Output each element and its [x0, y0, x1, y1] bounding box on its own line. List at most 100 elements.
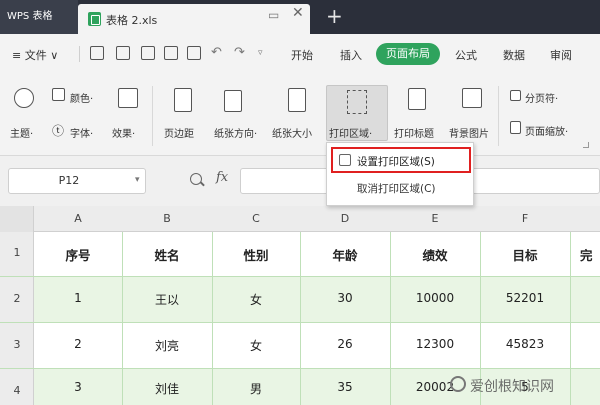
cell[interactable]: 刘亮: [122, 337, 212, 354]
cancel-print-area-item[interactable]: 取消打印区域(C): [357, 181, 436, 196]
search-icon[interactable]: [190, 173, 202, 185]
monitor-icon[interactable]: ▭: [268, 8, 279, 22]
cell[interactable]: 女: [212, 291, 300, 308]
format-painter-icon[interactable]: [187, 46, 201, 60]
undo-icon[interactable]: ↶: [211, 45, 222, 60]
cell[interactable]: 完: [580, 245, 600, 264]
column-header-C[interactable]: C: [212, 206, 300, 232]
watermark-logo-icon: [450, 376, 466, 392]
cell[interactable]: 26: [300, 337, 390, 351]
name-box[interactable]: P12 ▾: [8, 168, 146, 194]
cell[interactable]: 性别: [212, 245, 300, 264]
ribbon-divider: [498, 86, 499, 146]
ribbon-divider: [152, 86, 153, 146]
effects-button[interactable]: 效果·: [112, 125, 135, 140]
row-header-3[interactable]: 3: [0, 338, 34, 351]
document-title: 表格 2.xls: [106, 14, 158, 27]
row-header-1[interactable]: 1: [0, 246, 34, 259]
margins-icon: [174, 88, 192, 112]
redo-icon[interactable]: ↷: [234, 45, 245, 60]
paper-size-icon: [288, 88, 306, 112]
fonts-button[interactable]: 字体·: [70, 125, 93, 140]
watermark: 爱创根知识网: [470, 379, 554, 395]
cell[interactable]: 30: [300, 291, 390, 305]
save-icon[interactable]: [116, 46, 130, 60]
menu-home[interactable]: 开始: [291, 47, 313, 63]
cell[interactable]: 男: [212, 380, 300, 397]
cell[interactable]: 姓名: [122, 245, 212, 264]
app-name: WPS 表格: [7, 11, 53, 22]
customize-icon[interactable]: ▿: [258, 48, 263, 58]
column-header-B[interactable]: B: [122, 206, 212, 232]
menu-insert[interactable]: 插入: [340, 47, 362, 63]
paper-size-button[interactable]: 纸张大小: [272, 125, 312, 140]
menu-bar: ≡ 文件 ∨ ↶ ↷ ▿ 开始 插入 页面布局 公式 数据 审阅: [0, 34, 600, 76]
open-icon[interactable]: [90, 46, 104, 60]
cell[interactable]: 3: [34, 380, 122, 394]
print-area-icon: [339, 154, 351, 166]
close-tab-icon[interactable]: ✕: [292, 5, 304, 21]
cell[interactable]: 45823: [480, 337, 570, 351]
print-area-icon: [347, 90, 367, 114]
cell[interactable]: 20002: [390, 380, 480, 394]
cell[interactable]: 年龄: [300, 245, 390, 264]
row-header-4[interactable]: 4: [0, 384, 34, 397]
print-area-dropdown: 设置打印区域(S) 取消打印区域(C): [326, 142, 474, 206]
menu-data[interactable]: 数据: [503, 47, 525, 63]
menu-review[interactable]: 审阅: [550, 47, 572, 63]
cell[interactable]: 52201: [480, 291, 570, 305]
cell[interactable]: 35: [300, 380, 390, 394]
set-print-area-label: 设置打印区域(S): [357, 156, 435, 168]
cell[interactable]: 序号: [34, 245, 122, 264]
menu-formulas[interactable]: 公式: [455, 47, 477, 63]
page-break-icon: [510, 90, 521, 101]
colors-icon: [52, 88, 65, 101]
print-preview-icon[interactable]: [164, 46, 178, 60]
cell[interactable]: 目标: [480, 245, 570, 264]
cell[interactable]: 刘佳: [122, 380, 212, 397]
cell[interactable]: 12300: [390, 337, 480, 351]
print-titles-button[interactable]: 打印标题: [394, 125, 434, 140]
column-header-E[interactable]: E: [390, 206, 480, 232]
row-header-2[interactable]: 2: [0, 292, 34, 305]
orientation-button[interactable]: 纸张方向·: [214, 125, 257, 140]
file-menu[interactable]: ≡ 文件 ∨: [12, 47, 58, 63]
add-tab-button[interactable]: +: [326, 4, 343, 28]
effects-icon[interactable]: [118, 88, 138, 108]
cell[interactable]: 2: [34, 337, 122, 351]
background-image-icon: [462, 88, 482, 108]
print-area-label: 打印区域·: [329, 129, 373, 140]
app-tab[interactable]: WPS 表格: [0, 0, 78, 34]
print-titles-icon: [408, 88, 426, 110]
column-header-D[interactable]: D: [300, 206, 390, 232]
page-break-button[interactable]: 分页符·: [525, 90, 558, 105]
menu-page-layout[interactable]: 页面布局: [376, 43, 440, 65]
column-header-F[interactable]: F: [480, 206, 570, 232]
theme-icon[interactable]: [14, 88, 34, 108]
cell[interactable]: 1: [34, 291, 122, 305]
fx-icon[interactable]: fx: [216, 170, 228, 185]
cell[interactable]: 女: [212, 337, 300, 354]
cell[interactable]: 王以: [122, 291, 212, 308]
margins-button[interactable]: 页边距: [164, 125, 194, 140]
column-header-A[interactable]: A: [34, 206, 122, 232]
grid-line: [570, 232, 571, 405]
ribbon-expand-icon[interactable]: [583, 142, 589, 148]
page-zoom-icon: [510, 121, 521, 134]
cell-reference: P12: [58, 174, 80, 187]
formula-bar: P12 ▾ fx: [0, 156, 600, 206]
ribbon-page-layout: 主题· 颜色· ⓣ 字体· 效果· 页边距 纸张方向· 纸张大小 打印区域· 打…: [0, 76, 600, 156]
title-bar: WPS 表格 表格 2.xls ▭ ✕ +: [0, 0, 600, 34]
background-image-button[interactable]: 背景图片: [449, 125, 489, 140]
chevron-down-icon[interactable]: ▾: [135, 175, 140, 185]
page-zoom-button[interactable]: 页面缩放·: [525, 123, 568, 138]
cell[interactable]: 10000: [390, 291, 480, 305]
print-area-button[interactable]: 打印区域·: [326, 85, 388, 141]
print-icon[interactable]: [141, 46, 155, 60]
set-print-area-item[interactable]: 设置打印区域(S): [331, 147, 471, 173]
select-all-corner[interactable]: [0, 206, 34, 232]
colors-button[interactable]: 颜色·: [70, 90, 93, 105]
theme-button[interactable]: 主题·: [10, 125, 33, 140]
cell[interactable]: 绩效: [390, 245, 480, 264]
fonts-icon: ⓣ: [52, 124, 65, 138]
